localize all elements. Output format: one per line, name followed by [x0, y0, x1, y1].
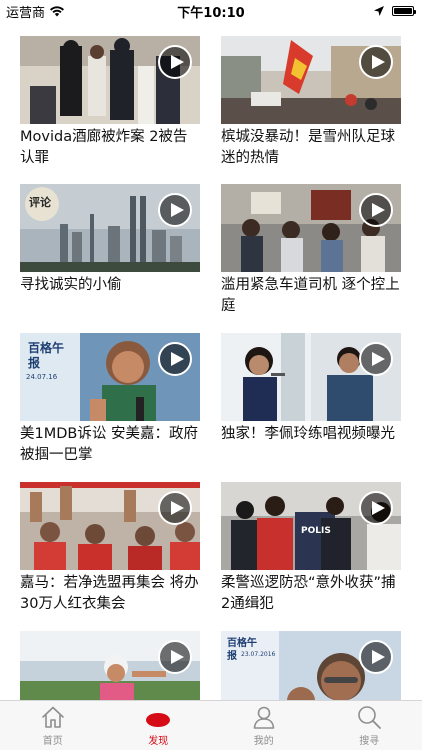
video-thumbnail[interactable]	[221, 36, 401, 124]
tab-label: 我的	[253, 736, 274, 747]
thumbnail-date: 24.07.16	[26, 373, 58, 381]
video-card[interactable]: 评论 寻找诚实的小偷	[20, 184, 200, 296]
carrier-label: 运营商	[6, 5, 46, 21]
video-card[interactable]: 百格午报 24.07.16 美1MDB诉讼 安美嘉：政府被掴一巴掌	[20, 333, 200, 466]
tab-profile[interactable]: 我的	[211, 701, 317, 750]
play-icon[interactable]	[359, 640, 393, 674]
video-feed-grid[interactable]: Movida酒廊被炸案 2被告认罪 槟城没暴动！是雪州队足球迷的热情 评论 寻找…	[0, 22, 422, 700]
video-thumbnail[interactable]	[20, 36, 200, 124]
video-thumbnail[interactable]: 评论	[20, 184, 200, 272]
video-title[interactable]: 滥用紧急车道司机 逐个控上庭	[221, 275, 401, 317]
video-thumbnail[interactable]: 百格午报 23.07.2016	[221, 631, 401, 700]
video-card[interactable]	[20, 631, 200, 700]
thumbnail-sign: POLIS	[301, 526, 331, 536]
video-thumbnail[interactable]	[221, 333, 401, 421]
tab-label: 首页	[42, 736, 63, 747]
video-thumbnail[interactable]	[20, 631, 200, 700]
location-arrow-icon	[374, 6, 384, 16]
video-thumbnail[interactable]	[20, 482, 200, 570]
tab-search[interactable]: 搜寻	[317, 701, 422, 750]
status-right	[374, 6, 422, 16]
video-card[interactable]: 槟城没暴动！是雪州队足球迷的热情	[221, 36, 401, 169]
tab-label: 发现	[148, 736, 169, 747]
play-icon[interactable]	[158, 491, 192, 525]
play-icon[interactable]	[158, 640, 192, 674]
play-icon[interactable]	[359, 491, 393, 525]
tab-discover[interactable]: 发现	[106, 701, 212, 750]
search-icon	[358, 706, 382, 729]
video-title[interactable]: Movida酒廊被炸案 2被告认罪	[20, 127, 200, 169]
video-title[interactable]: 柔警巡逻防恐“意外收获”捕2通缉犯	[221, 573, 401, 615]
video-thumbnail[interactable]: POLIS	[221, 482, 401, 570]
video-title[interactable]: 嘉马：若净选盟再集会 将办30万人红衣集会	[20, 573, 200, 615]
thumbnail-badge: 百格午报	[28, 341, 65, 370]
play-icon[interactable]	[359, 193, 393, 227]
thumbnail-badge: 百格午报	[227, 638, 257, 662]
video-card[interactable]: 滥用紧急车道司机 逐个控上庭	[221, 184, 401, 317]
video-thumbnail[interactable]: 百格午报 24.07.16	[20, 333, 200, 421]
wifi-icon	[50, 5, 65, 16]
status-left: 运营商	[0, 2, 65, 21]
battery-fill	[394, 8, 412, 14]
status-bar: 运营商 下午10:10	[0, 0, 422, 22]
play-icon[interactable]	[158, 45, 192, 79]
video-card[interactable]: 百格午报 23.07.2016	[221, 631, 401, 700]
tab-label: 搜寻	[359, 736, 380, 747]
play-icon[interactable]	[158, 342, 192, 376]
profile-icon	[253, 706, 275, 729]
video-title[interactable]: 独家！李佩玲练唱视频曝光	[221, 424, 401, 445]
thumbnail-date: 23.07.2016	[241, 651, 276, 658]
video-title[interactable]: 寻找诚实的小偷	[20, 275, 200, 296]
play-icon[interactable]	[359, 45, 393, 79]
bottom-tab-bar: 首页 发现 我的 搜寻	[0, 700, 422, 750]
tab-home[interactable]: 首页	[0, 701, 106, 750]
discover-icon	[146, 713, 171, 727]
video-card[interactable]: POLIS 柔警巡逻防恐“意外收获”捕2通缉犯	[221, 482, 401, 615]
play-icon[interactable]	[359, 342, 393, 376]
video-card[interactable]: Movida酒廊被炸案 2被告认罪	[20, 36, 200, 169]
video-title[interactable]: 美1MDB诉讼 安美嘉：政府被掴一巴掌	[20, 424, 200, 466]
video-thumbnail[interactable]	[221, 184, 401, 272]
video-title[interactable]: 槟城没暴动！是雪州队足球迷的热情	[221, 127, 401, 169]
battery-icon	[392, 6, 416, 16]
video-card[interactable]: 独家！李佩玲练唱视频曝光	[221, 333, 401, 445]
play-icon[interactable]	[158, 193, 192, 227]
video-card[interactable]: 嘉马：若净选盟再集会 将办30万人红衣集会	[20, 482, 200, 615]
thumbnail-badge: 评论	[29, 196, 51, 209]
home-icon	[41, 706, 64, 728]
